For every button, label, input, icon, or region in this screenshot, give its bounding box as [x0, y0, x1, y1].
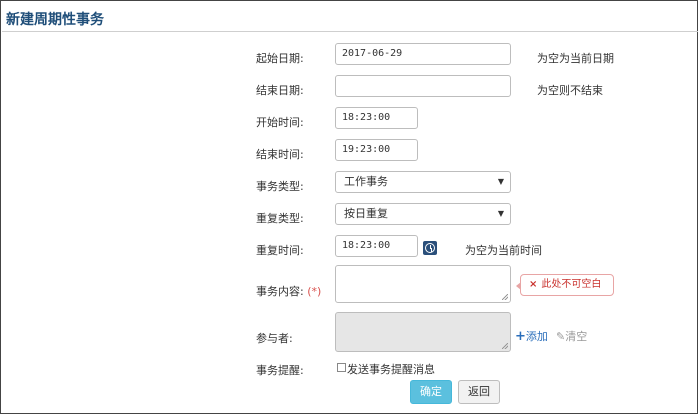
- content-label-text: 事务内容:: [256, 285, 304, 298]
- content-error-tooltip: × 此处不可空白: [516, 274, 614, 296]
- confirm-button[interactable]: 确定: [410, 380, 452, 404]
- participants-textarea: [335, 312, 511, 352]
- end-time-input[interactable]: 19:23:00: [335, 139, 418, 161]
- event-type-value: 工作事务: [344, 175, 388, 188]
- repeat-time-input[interactable]: 18:23:00: [335, 235, 418, 257]
- content-error-text: 此处不可空白: [541, 279, 602, 290]
- back-button[interactable]: 返回: [458, 380, 500, 404]
- end-date-label: 结束日期:: [256, 84, 304, 97]
- resize-grip-icon[interactable]: [502, 294, 508, 300]
- clear-participants-text: 清空: [565, 330, 588, 343]
- repeat-type-label: 重复类型:: [256, 212, 304, 225]
- repeat-time-label: 重复时间:: [256, 244, 304, 257]
- reminder-checkbox-label[interactable]: 发送事务提醒消息: [347, 361, 435, 377]
- event-type-select[interactable]: 工作事务 ▼: [335, 171, 511, 193]
- repeat-time-hint: 为空为当前时间: [465, 244, 542, 257]
- content-label: 事务内容: (*): [256, 283, 321, 299]
- end-date-input[interactable]: [335, 75, 511, 97]
- chevron-down-icon: ▼: [497, 177, 504, 186]
- start-date-hint: 为空为当前日期: [537, 52, 614, 65]
- chevron-down-icon: ▼: [497, 209, 504, 218]
- page-title: 新建周期性事务: [6, 12, 104, 28]
- title-divider: [2, 31, 698, 32]
- end-date-hint: 为空则不结束: [537, 84, 603, 97]
- reminder-checkbox[interactable]: [337, 363, 346, 372]
- end-time-label: 结束时间:: [256, 148, 304, 161]
- resize-grip-icon: [502, 343, 508, 349]
- plus-icon: +: [515, 329, 526, 344]
- reminder-label: 事务提醒:: [256, 364, 304, 377]
- start-time-input[interactable]: 18:23:00: [335, 107, 418, 129]
- add-participant-text: 添加: [525, 330, 548, 343]
- start-time-label: 开始时间:: [256, 116, 304, 129]
- required-mark: (*): [307, 285, 322, 298]
- start-date-label: 起始日期:: [256, 52, 304, 65]
- repeat-type-value: 按日重复: [344, 207, 388, 220]
- clear-participants-link[interactable]: ✎清空: [556, 328, 587, 344]
- repeat-type-select[interactable]: 按日重复 ▼: [335, 203, 511, 225]
- event-type-label: 事务类型:: [256, 180, 304, 193]
- pencil-icon: ✎: [556, 330, 566, 343]
- start-date-input[interactable]: 2017-06-29: [335, 43, 511, 65]
- clock-icon[interactable]: [423, 241, 437, 255]
- error-x-icon: ×: [529, 279, 538, 290]
- participants-label: 参与者:: [256, 332, 293, 345]
- add-participant-link[interactable]: +添加: [515, 328, 548, 344]
- content-textarea[interactable]: [335, 265, 511, 303]
